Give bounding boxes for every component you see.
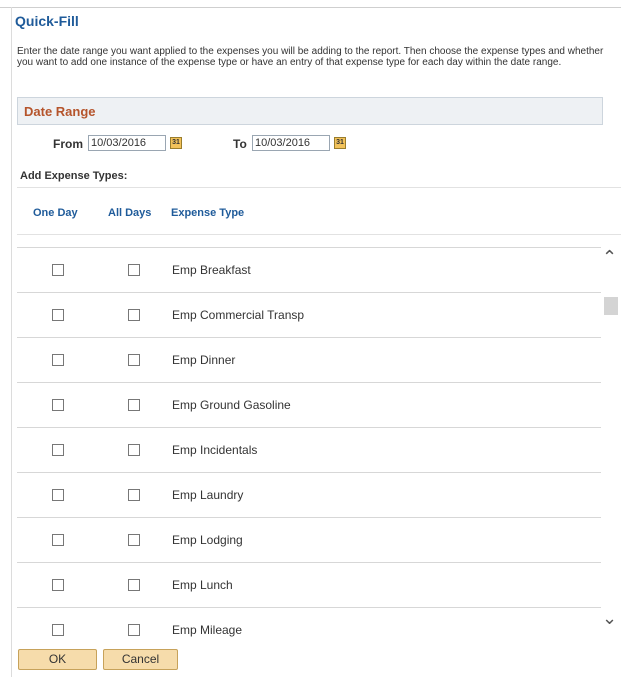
one-day-checkbox[interactable] — [52, 489, 64, 501]
page-title: Quick-Fill — [15, 13, 79, 29]
expense-type-label: Emp Ground Gasoline — [172, 398, 291, 412]
left-border — [11, 7, 12, 677]
expense-type-label: Emp Lodging — [172, 533, 243, 547]
expense-type-label: Emp Breakfast — [172, 263, 251, 277]
to-date-input[interactable]: 10/03/2016 — [252, 135, 330, 151]
top-border — [0, 7, 621, 8]
one-day-checkbox[interactable] — [52, 534, 64, 546]
all-days-checkbox[interactable] — [128, 534, 140, 546]
one-day-checkbox[interactable] — [52, 354, 64, 366]
add-expense-types-title: Add Expense Types: — [20, 170, 128, 182]
from-label: From — [53, 137, 83, 151]
table-row: Emp Commercial Transp — [17, 292, 601, 337]
calendar-icon[interactable]: 31 — [170, 137, 182, 149]
table-row: Emp Dinner — [17, 337, 601, 382]
chevron-down-icon[interactable]: ⌄ — [602, 608, 617, 628]
one-day-checkbox[interactable] — [52, 264, 64, 276]
date-range-title: Date Range — [24, 104, 96, 119]
table-row: Emp Incidentals — [17, 427, 601, 472]
column-header-expense-type[interactable]: Expense Type — [171, 207, 244, 219]
to-label: To — [233, 137, 247, 151]
all-days-checkbox[interactable] — [128, 354, 140, 366]
instructions-text: Enter the date range you want applied to… — [17, 46, 604, 68]
expense-type-label: Emp Incidentals — [172, 443, 258, 457]
from-date-input[interactable]: 10/03/2016 — [88, 135, 166, 151]
expense-type-label: Emp Laundry — [172, 488, 244, 502]
column-header-all-days[interactable]: All Days — [108, 207, 151, 219]
all-days-checkbox[interactable] — [128, 264, 140, 276]
all-days-checkbox[interactable] — [128, 399, 140, 411]
all-days-checkbox[interactable] — [128, 624, 140, 636]
column-header-one-day[interactable]: One Day — [33, 207, 78, 219]
date-range-header: Date Range — [17, 97, 603, 125]
table-row: Emp Lodging — [17, 517, 601, 562]
one-day-checkbox[interactable] — [52, 579, 64, 591]
expense-type-label: Emp Lunch — [172, 578, 233, 592]
expense-type-label: Emp Dinner — [172, 353, 236, 367]
expense-type-label: Emp Mileage — [172, 623, 243, 637]
table-row: Emp Breakfast — [17, 247, 601, 292]
one-day-checkbox[interactable] — [52, 624, 64, 636]
ok-button[interactable]: OK — [18, 649, 97, 670]
table-row: Emp Lunch — [17, 562, 601, 607]
one-day-checkbox[interactable] — [52, 399, 64, 411]
expense-rows[interactable]: Emp Breakfast Emp Commercial Transp Emp … — [17, 247, 601, 646]
all-days-checkbox[interactable] — [128, 309, 140, 321]
table-row: Emp Ground Gasoline — [17, 382, 601, 427]
expense-type-label: Emp Commercial Transp — [172, 308, 305, 322]
one-day-checkbox[interactable] — [52, 309, 64, 321]
scrollbar-thumb[interactable] — [604, 297, 618, 315]
all-days-checkbox[interactable] — [128, 489, 140, 501]
cancel-button[interactable]: Cancel — [103, 649, 178, 670]
all-days-checkbox[interactable] — [128, 444, 140, 456]
table-row: Emp Laundry — [17, 472, 601, 517]
one-day-checkbox[interactable] — [52, 444, 64, 456]
expense-grid-header: One Day All Days Expense Type — [17, 187, 621, 235]
all-days-checkbox[interactable] — [128, 579, 140, 591]
calendar-icon[interactable]: 31 — [334, 137, 346, 149]
chevron-up-icon[interactable]: ⌃ — [602, 247, 617, 267]
table-row: Emp Mileage — [17, 607, 601, 646]
